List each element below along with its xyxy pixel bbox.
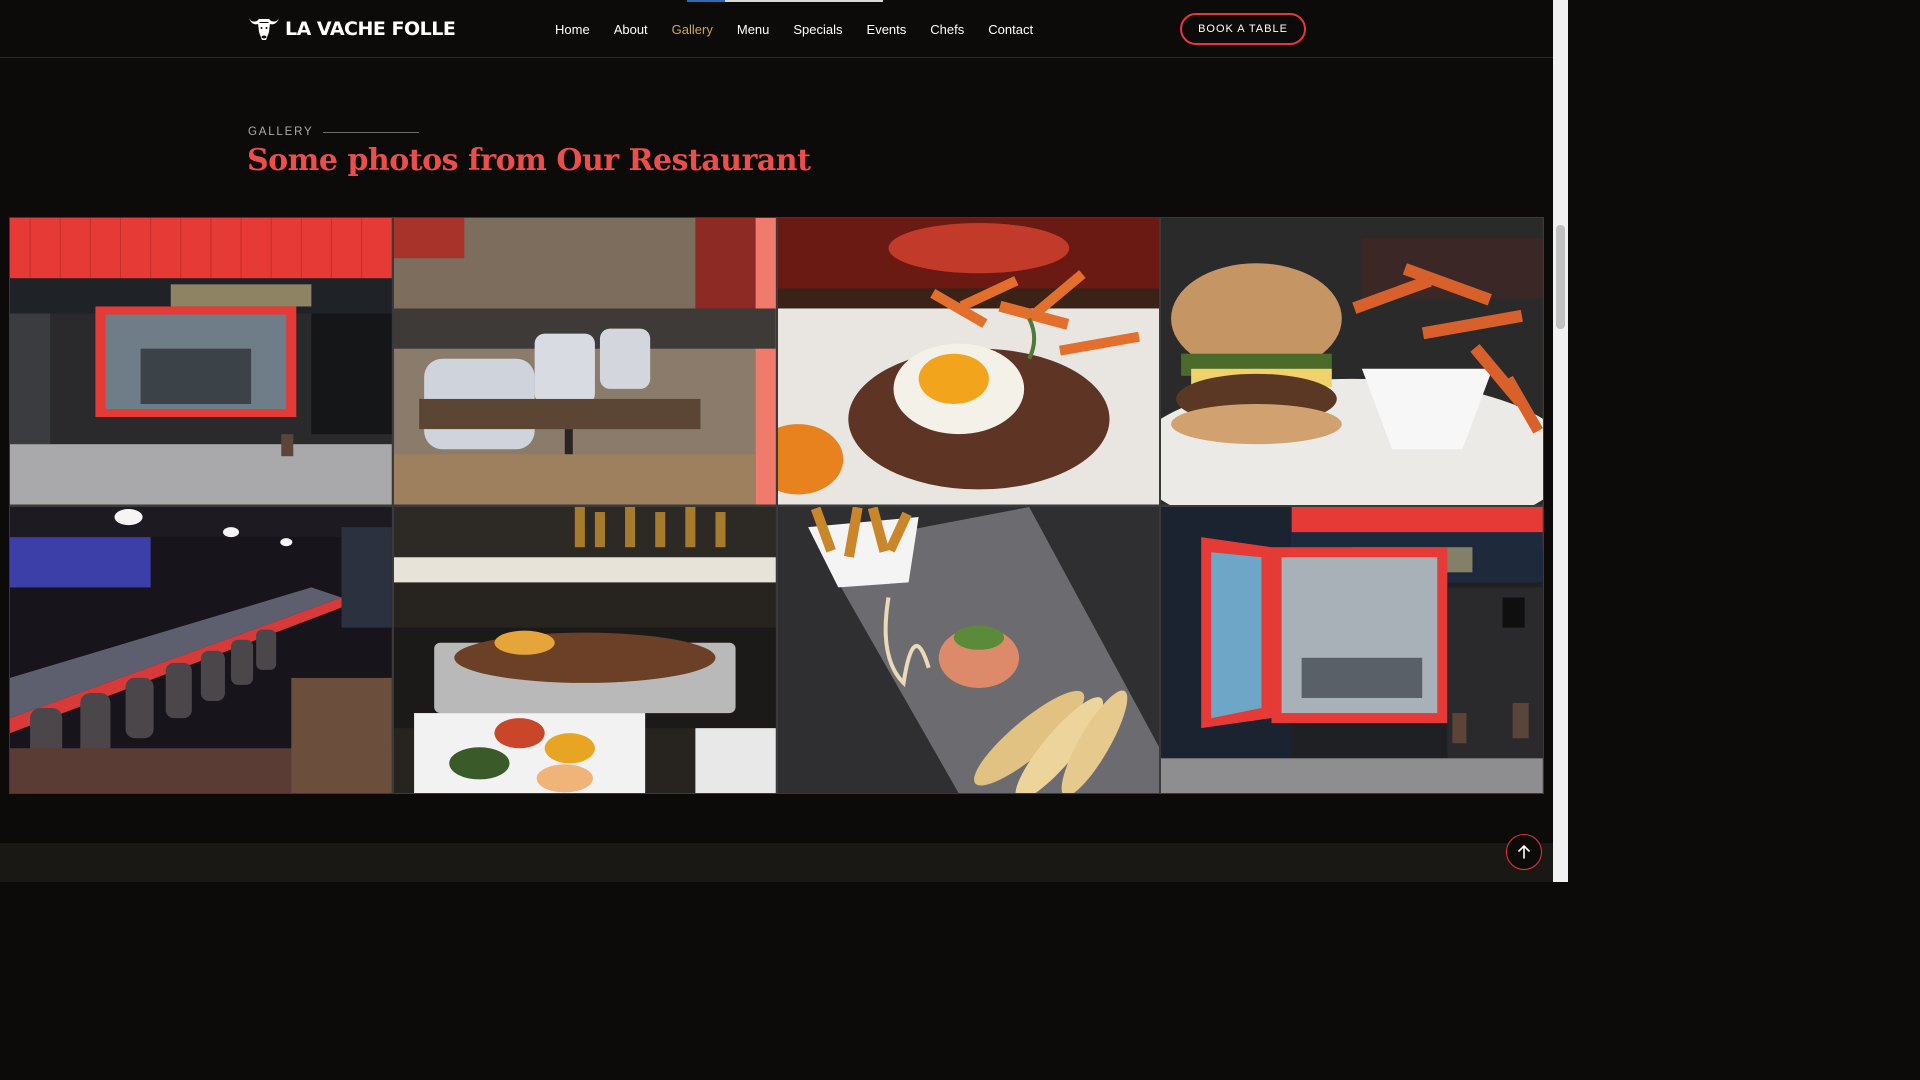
next-section-band (0, 843, 1553, 882)
nav-chefs[interactable]: Chefs (930, 22, 964, 37)
grill-platter-photo (393, 506, 776, 793)
nav-specials[interactable]: Specials (793, 22, 842, 37)
storefront-photo (10, 218, 392, 505)
section-label-rule (323, 131, 420, 133)
gallery-photo-dining-room[interactable] (393, 218, 776, 505)
gallery-photo-storefront-side[interactable] (1161, 506, 1543, 793)
burger-photo (1161, 218, 1543, 505)
bar-photo (10, 506, 392, 793)
arrow-up-icon (1518, 845, 1530, 859)
nav-events[interactable]: Events (867, 22, 907, 37)
page: LA VACHE FOLLE Home About Gallery Menu S… (0, 0, 1568, 882)
site-logo[interactable]: LA VACHE FOLLE (247, 12, 456, 46)
gallery-photo-storefront-front[interactable] (10, 218, 392, 505)
section-label-text: GALLERY (248, 126, 314, 138)
gallery-photo-tartare[interactable] (777, 506, 1160, 793)
tartare-photo (777, 506, 1160, 793)
nav-gallery[interactable]: Gallery (672, 22, 713, 37)
main-nav: Home About Gallery Menu Specials Events … (555, 0, 1057, 58)
scroll-to-top-button[interactable] (1506, 834, 1542, 870)
scrollbar-thumb[interactable] (1556, 225, 1565, 329)
gallery-photo-grill-platter[interactable] (393, 506, 776, 793)
storefront-side-photo (1161, 506, 1543, 793)
nav-home[interactable]: Home (555, 22, 590, 37)
gallery-photo-steak-dish[interactable] (777, 218, 1160, 505)
book-table-button[interactable]: BOOK A TABLE (1180, 13, 1306, 45)
section-title: Some photos from Our Restaurant (247, 143, 811, 178)
gallery-photo-burger[interactable] (1161, 218, 1543, 505)
logo-text: LA VACHE FOLLE (285, 18, 456, 40)
bull-head-icon (249, 18, 279, 40)
gallery-photo-bar[interactable] (10, 506, 392, 793)
section-label: GALLERY (248, 126, 420, 138)
nav-menu[interactable]: Menu (737, 22, 770, 37)
photo-gallery (9, 217, 1544, 794)
steak-photo (777, 218, 1160, 505)
nav-contact[interactable]: Contact (988, 22, 1033, 37)
nav-about[interactable]: About (614, 22, 648, 37)
page-scrollbar[interactable] (1553, 0, 1568, 882)
site-header: LA VACHE FOLLE Home About Gallery Menu S… (0, 0, 1553, 58)
dining-room-photo (393, 218, 776, 505)
